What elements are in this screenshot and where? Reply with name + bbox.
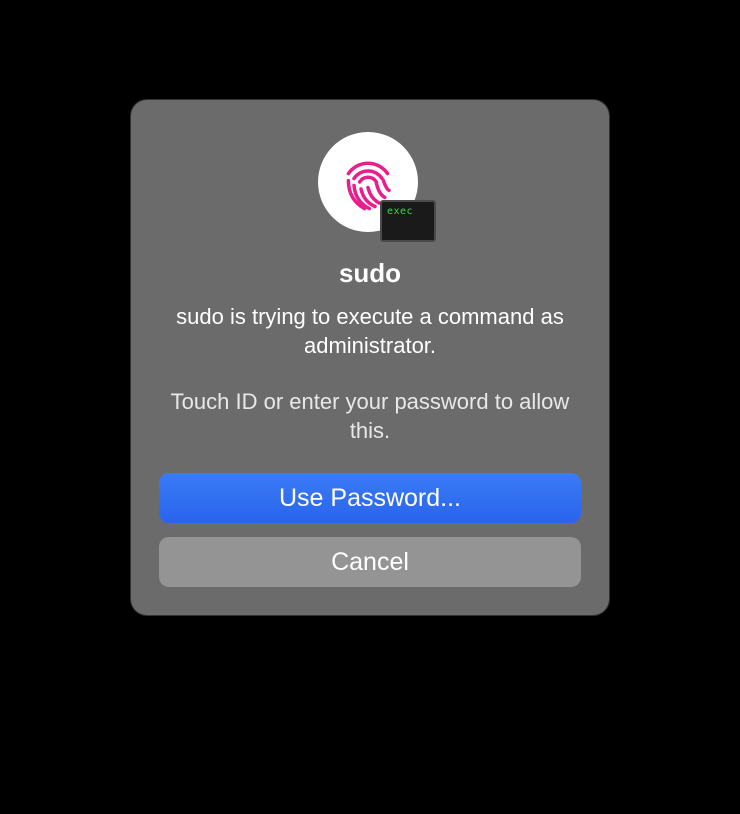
terminal-badge-text: exec [387,206,413,217]
use-password-button[interactable]: Use Password... [159,473,581,523]
terminal-badge-icon: exec [380,200,436,242]
dialog-title: sudo [339,258,401,289]
cancel-button[interactable]: Cancel [159,537,581,587]
dialog-message: sudo is trying to execute a command as a… [159,303,581,360]
button-group: Use Password... Cancel [159,473,581,587]
dialog-icon-container: exec [318,132,422,236]
dialog-instruction: Touch ID or enter your password to allow… [159,388,581,445]
auth-dialog: exec sudo sudo is trying to execute a co… [131,100,609,615]
